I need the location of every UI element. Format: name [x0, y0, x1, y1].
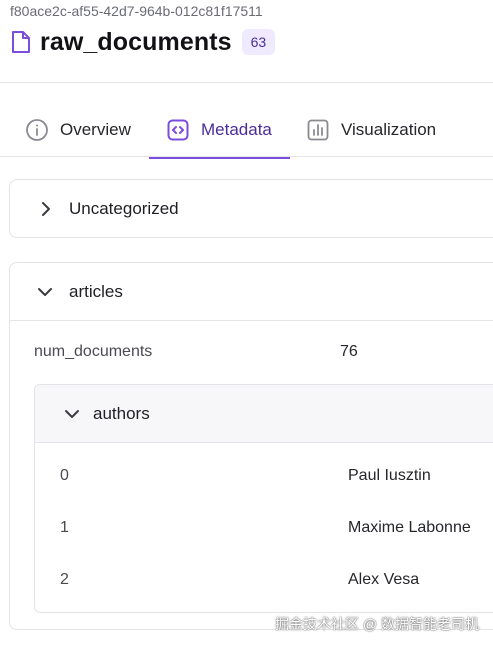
authors-section: authors 0 Paul Iusztin 1 Maxime Labonne …: [34, 384, 493, 613]
chevron-down-icon: [63, 405, 81, 423]
articles-section: articles num_documents 76 authors 0 Paul…: [9, 262, 493, 630]
document-icon: [10, 29, 32, 55]
num-documents-key: num_documents: [34, 343, 153, 360]
watermark: 掘金技术社区 @ 数据智能老司机: [275, 616, 479, 632]
uncategorized-section: Uncategorized: [9, 179, 493, 238]
tab-metadata[interactable]: Metadata: [166, 104, 272, 156]
author-index: 2: [60, 571, 69, 588]
uncategorized-label: Uncategorized: [69, 199, 179, 218]
authors-header[interactable]: authors: [63, 404, 150, 424]
author-index: 1: [60, 519, 69, 536]
chevron-down-icon: [36, 283, 54, 301]
bar-chart-icon: [306, 118, 330, 142]
page-header: raw_documents 63: [10, 26, 276, 58]
page-title: raw_documents: [40, 27, 232, 56]
tab-visualization[interactable]: Visualization: [306, 104, 436, 156]
tabs-divider: [0, 156, 493, 157]
version-count-badge: 63: [241, 29, 276, 55]
tab-bar: Overview Metadata Visualization: [0, 104, 493, 159]
chevron-right-icon: [36, 200, 54, 218]
author-name: Maxime Labonne: [348, 519, 471, 536]
tab-overview[interactable]: Overview: [25, 104, 131, 156]
author-name: Paul Iusztin: [348, 467, 431, 484]
authors-label: authors: [93, 404, 150, 423]
tab-metadata-label: Metadata: [201, 120, 272, 139]
header-divider: [0, 82, 493, 83]
uncategorized-header[interactable]: Uncategorized: [36, 199, 179, 219]
articles-header-divider: [10, 320, 493, 321]
tab-visualization-label: Visualization: [341, 120, 437, 139]
tab-overview-label: Overview: [60, 120, 131, 139]
articles-label: articles: [69, 282, 123, 301]
info-circle-icon: [25, 118, 49, 142]
articles-header[interactable]: articles: [36, 282, 123, 302]
author-index: 0: [60, 467, 69, 484]
artifact-id: f80ace2c-af55-42d7-964b-012c81f17511: [10, 3, 263, 19]
author-name: Alex Vesa: [348, 571, 420, 588]
authors-header-divider: [35, 442, 493, 443]
num-documents-value: 76: [340, 343, 358, 360]
code-brackets-icon: [166, 118, 190, 142]
